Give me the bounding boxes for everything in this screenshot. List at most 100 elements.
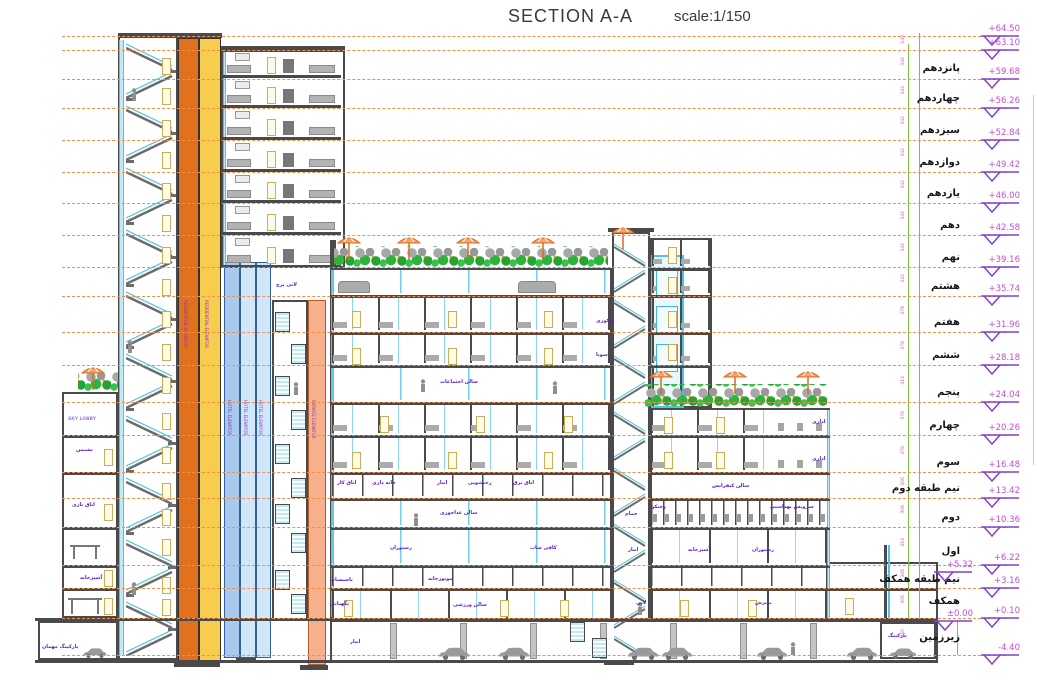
car-icon <box>660 645 694 659</box>
tv-icon <box>235 238 250 246</box>
bed-icon <box>227 255 251 263</box>
wardrobe-icon <box>283 216 294 230</box>
elevation-value: +46.00 <box>968 191 1020 201</box>
elevation-marker: +49.42 <box>980 172 1020 186</box>
umbrella-icon <box>648 366 674 396</box>
elevation-value: +28.18 <box>968 353 1020 363</box>
room-label: تاسیسات <box>330 577 353 583</box>
tower-floor <box>221 203 341 235</box>
room-label: سونا <box>596 352 608 358</box>
level-marker-icon <box>980 470 1020 484</box>
dimension-value: 140 <box>901 35 906 44</box>
structural-column <box>740 623 747 659</box>
tv-icon <box>235 206 250 214</box>
elevation-marker: +42.58 <box>980 235 1020 249</box>
escalator-flight <box>275 504 290 524</box>
dimension-value: 342 <box>901 211 906 220</box>
elevation-value: +16.48 <box>968 460 1020 470</box>
door-icon <box>560 600 569 617</box>
door-icon <box>668 344 677 361</box>
elevation-value: +63.10 <box>968 38 1020 48</box>
door-icon <box>267 182 276 199</box>
level-line <box>62 203 1006 204</box>
tv-icon <box>235 53 250 61</box>
room-label: اتاق کار <box>337 480 356 486</box>
door-icon <box>162 599 171 616</box>
elevation-value: +59.68 <box>968 67 1020 77</box>
umbrella-icon <box>455 232 481 262</box>
door-icon <box>448 348 457 365</box>
door-icon <box>448 311 457 328</box>
room-label: نگهبانی <box>330 601 349 607</box>
car-icon <box>845 645 879 659</box>
floor-slab <box>174 662 198 667</box>
floor-interior <box>652 240 710 266</box>
service-shaft-salmon <box>308 300 326 665</box>
door-icon <box>162 183 171 200</box>
floor-name-label: چهاردهم <box>810 93 960 104</box>
elevation-value: +3.16 <box>968 576 1020 586</box>
dimension-value: 378 <box>901 411 906 420</box>
elevator-shaft-orange <box>178 38 199 662</box>
structural-column <box>530 623 537 659</box>
wardrobe-icon <box>283 89 294 103</box>
door-icon <box>716 452 725 469</box>
door-icon <box>162 152 171 169</box>
level-line <box>62 435 1006 436</box>
level-line <box>62 79 1006 80</box>
level-line <box>62 108 1006 109</box>
tower-floor <box>221 235 341 268</box>
umbrella-icon <box>722 366 748 396</box>
escalator-flight <box>275 312 290 332</box>
elevation-marker: -4.40 <box>980 655 1020 669</box>
level-line <box>62 618 1006 619</box>
room-label: پذیرش <box>755 600 772 606</box>
elevation-marker: +10.36 <box>980 527 1020 541</box>
door-icon <box>668 311 677 328</box>
door-icon <box>267 151 276 168</box>
elevator-shaft-yellow <box>199 38 221 662</box>
elevation-value: +52.84 <box>968 128 1020 138</box>
room-label: خانه داری <box>372 480 396 486</box>
floor-name-label: نهم <box>810 252 960 263</box>
room-label: رختشویی <box>468 480 492 486</box>
level-marker-icon <box>980 201 1020 215</box>
level-line <box>62 655 1006 656</box>
bed-icon <box>227 95 251 103</box>
person-icon <box>413 511 419 524</box>
floor-name-label: اول <box>810 546 960 557</box>
level-line <box>62 498 1006 499</box>
bed-icon <box>309 127 335 135</box>
room-label: جکوزی <box>596 318 613 324</box>
room-label: سرویس بهداشتی <box>770 504 814 510</box>
floor-interior <box>332 567 610 586</box>
level-line <box>62 565 1006 566</box>
door-icon <box>162 88 171 105</box>
elevation-marker: +39.16 <box>980 267 1020 281</box>
door-icon <box>476 416 485 433</box>
level-marker-icon <box>980 363 1020 377</box>
drawing-scale-label: scale:1/150 <box>674 8 751 25</box>
level-marker-icon <box>980 138 1020 152</box>
level-marker-icon <box>980 616 1020 630</box>
floor-name-label: دوازدهم <box>810 157 960 168</box>
level-marker-icon <box>980 653 1020 667</box>
tower-floor <box>221 50 341 78</box>
room-label: موتورخانه <box>428 576 453 582</box>
level-line <box>62 172 1006 173</box>
door-icon <box>162 377 171 394</box>
door-icon <box>680 600 689 617</box>
level-marker-icon <box>980 48 1020 62</box>
level-line <box>62 332 1006 333</box>
elevation-marker: +46.00 <box>980 203 1020 217</box>
room-label: سالن ورزشی <box>453 602 487 608</box>
door-icon <box>380 416 389 433</box>
dimension-value: 378 <box>901 341 906 350</box>
door-icon <box>668 247 677 264</box>
floor-name-label: سیزدهم <box>810 125 960 136</box>
bed-icon <box>227 127 251 135</box>
level-marker-icon <box>980 294 1020 308</box>
elevation-marker: +20.26 <box>980 435 1020 449</box>
shaft-label: SERVICE ELEVATOR <box>311 400 316 480</box>
door-icon <box>664 452 673 469</box>
